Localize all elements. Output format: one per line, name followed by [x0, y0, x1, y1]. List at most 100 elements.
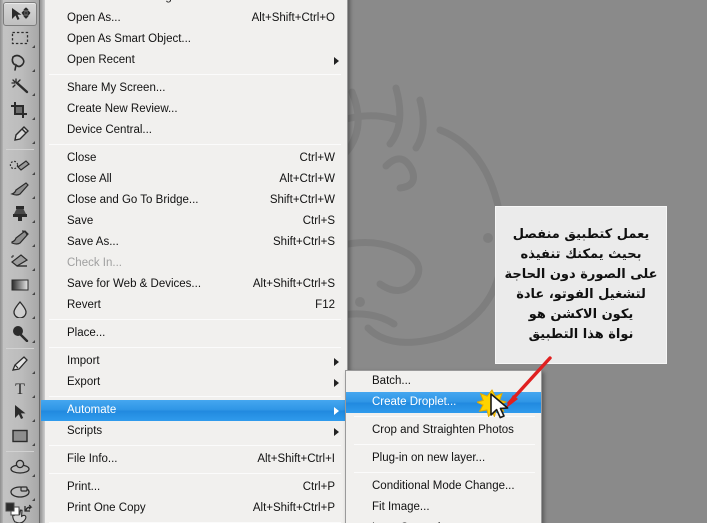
menu-item-label: Place...: [67, 327, 106, 339]
menu-item-create-new-review[interactable]: Create New Review...: [41, 99, 347, 120]
tool-gradient[interactable]: [3, 273, 37, 297]
tool-more-corner-icon: [31, 141, 35, 144]
menu-item-label: Crop and Straighten Photos: [372, 424, 514, 436]
menu-item-open-as-smart-object[interactable]: Open As Smart Object...: [41, 29, 347, 50]
submenu-item-conditional-mode-change[interactable]: Conditional Mode Change...: [346, 476, 541, 497]
tool-more-corner-icon: [31, 196, 35, 199]
callout-line: يكون الاكشن هو: [528, 307, 634, 323]
menu-item-close-all[interactable]: Close All Alt+Ctrl+W: [41, 169, 347, 190]
tool-rectangular-marquee[interactable]: [3, 26, 37, 50]
menu-item-device-central[interactable]: Device Central...: [41, 120, 347, 141]
mouse-cursor-icon: [490, 393, 509, 419]
callout-line: يعمل كتطبيق منفصل: [512, 226, 650, 242]
menu-item-label: Revert: [67, 299, 101, 311]
menu-item-label: Create New Review...: [67, 103, 178, 115]
tool-eyedropper[interactable]: [3, 122, 37, 146]
menu-item-browse-in-mini-bridge[interactable]: Browse in Mini Bridge...: [41, 0, 347, 8]
menu-item-label: Print One Copy: [67, 502, 146, 514]
tool-more-corner-icon: [31, 395, 35, 398]
menu-item-save-as[interactable]: Save As... Shift+Ctrl+S: [41, 232, 347, 253]
menu-item-shortcut: Shift+Ctrl+S: [273, 236, 335, 248]
menu-item-shortcut: Ctrl+W: [299, 152, 335, 164]
menu-item-revert[interactable]: Revert F12: [41, 295, 347, 316]
menu-item-place[interactable]: Place...: [41, 323, 347, 344]
menu-item-scripts[interactable]: Scripts: [41, 421, 347, 442]
tool-3d-camera-rotate[interactable]: [3, 479, 37, 503]
menu-item-share-my-screen[interactable]: Share My Screen...: [41, 78, 347, 99]
toolbar-divider: [5, 451, 34, 452]
tool-clone-stamp[interactable]: [3, 201, 37, 225]
menu-item-print[interactable]: Print... Ctrl+P: [41, 477, 347, 498]
tool-more-corner-icon: [31, 268, 35, 271]
menu-item-close-and-go-to-bridge[interactable]: Close and Go To Bridge... Shift+Ctrl+W: [41, 190, 347, 211]
menu-item-label: File Info...: [67, 453, 118, 465]
tool-blur[interactable]: [3, 297, 37, 321]
submenu-item-plug-in-on-new-layer[interactable]: Plug-in on new layer...: [346, 448, 541, 469]
menu-item-label: Export: [67, 376, 101, 388]
submenu-item-lens-correction[interactable]: Lens Correction...: [346, 518, 541, 523]
menu-item-import[interactable]: Import: [41, 351, 347, 372]
menu-item-label: Close and Go To Bridge...: [67, 194, 199, 206]
foreground-background-color-swatches[interactable]: [4, 501, 36, 521]
menu-item-save[interactable]: Save Ctrl+S: [41, 211, 347, 232]
tool-3d-object-rotate[interactable]: [3, 455, 37, 479]
tool-history-brush[interactable]: [3, 225, 37, 249]
submenu-arrow-icon: [334, 407, 339, 415]
callout-line: بحيث يمكنك تنفيذه: [520, 246, 642, 262]
submenu-item-crop-and-straighten-photos[interactable]: Crop and Straighten Photos: [346, 420, 541, 441]
tool-brush[interactable]: [3, 177, 37, 201]
menu-item-label: Plug-in on new layer...: [372, 452, 486, 464]
tool-magic-wand[interactable]: [3, 74, 37, 98]
menu-item-label: Device Central...: [67, 124, 153, 136]
tools-panel[interactable]: T: [0, 0, 40, 523]
submenu-item-fit-image[interactable]: Fit Image...: [346, 497, 541, 518]
menu-item-print-one-copy[interactable]: Print One Copy Alt+Shift+Ctrl+P: [41, 498, 347, 519]
menu-separator: [49, 445, 341, 446]
toolbar-divider: [5, 149, 34, 150]
menu-separator: [49, 74, 341, 75]
menu-item-export[interactable]: Export: [41, 372, 347, 393]
toolbar-divider: [5, 348, 34, 349]
menu-item-open-as[interactable]: Open As... Alt+Shift+Ctrl+O: [41, 8, 347, 29]
menu-item-label: Close All: [67, 173, 112, 185]
menu-item-label: Save: [67, 215, 94, 227]
tool-path-selection[interactable]: [3, 400, 37, 424]
menu-item-label: Save As...: [67, 236, 119, 248]
arabic-annotation-callout: يعمل كتطبيق منفصل بحيث يمكنك تنفيذه على …: [495, 206, 667, 364]
menu-item-label: Print...: [67, 481, 101, 493]
tool-more-corner-icon: [31, 419, 35, 422]
menu-item-automate[interactable]: Automate: [41, 400, 347, 421]
menu-item-save-for-web-and-devices[interactable]: Save for Web & Devices... Alt+Shift+Ctrl…: [41, 274, 347, 295]
menu-item-label: Automate: [67, 404, 117, 416]
tool-type[interactable]: T: [3, 376, 37, 400]
menu-item-shortcut: Ctrl+P: [302, 481, 335, 493]
menu-item-shortcut: F12: [315, 299, 335, 311]
file-menu[interactable]: Browse in Mini Bridge... Open As... Alt+…: [40, 0, 348, 523]
menu-item-file-info[interactable]: File Info... Alt+Shift+Ctrl+I: [41, 449, 347, 470]
submenu-arrow-icon: [334, 428, 339, 436]
menu-item-label: Save for Web & Devices...: [67, 278, 202, 290]
menu-item-label: Open Recent: [67, 54, 135, 66]
tool-dodge[interactable]: [3, 321, 37, 345]
menu-item-label: Batch...: [372, 375, 411, 387]
menu-item-label: Open As...: [67, 12, 121, 24]
menu-item-label: Close: [67, 152, 97, 164]
menu-item-label: Browse in Mini Bridge...: [67, 0, 188, 3]
menu-item-close[interactable]: Close Ctrl+W: [41, 148, 347, 169]
menu-item-shortcut: Alt+Shift+Ctrl+I: [257, 453, 335, 465]
menu-item-shortcut: Alt+Ctrl+W: [279, 173, 335, 185]
tool-move[interactable]: [2, 2, 37, 26]
tool-pen[interactable]: [3, 352, 37, 376]
submenu-arrow-icon: [334, 379, 339, 387]
menu-item-open-recent[interactable]: Open Recent: [41, 50, 347, 71]
tool-more-corner-icon: [31, 45, 35, 48]
tool-eraser[interactable]: [3, 249, 37, 273]
tool-crop[interactable]: [3, 98, 37, 122]
tool-rectangle-shape[interactable]: [3, 424, 37, 448]
tool-more-corner-icon: [31, 117, 35, 120]
submenu-arrow-icon: [334, 57, 339, 65]
tool-lasso[interactable]: [3, 50, 37, 74]
tool-spot-healing-brush[interactable]: [3, 153, 37, 177]
tool-more-corner-icon: [31, 172, 35, 175]
tool-more-corner-icon: [31, 316, 35, 319]
